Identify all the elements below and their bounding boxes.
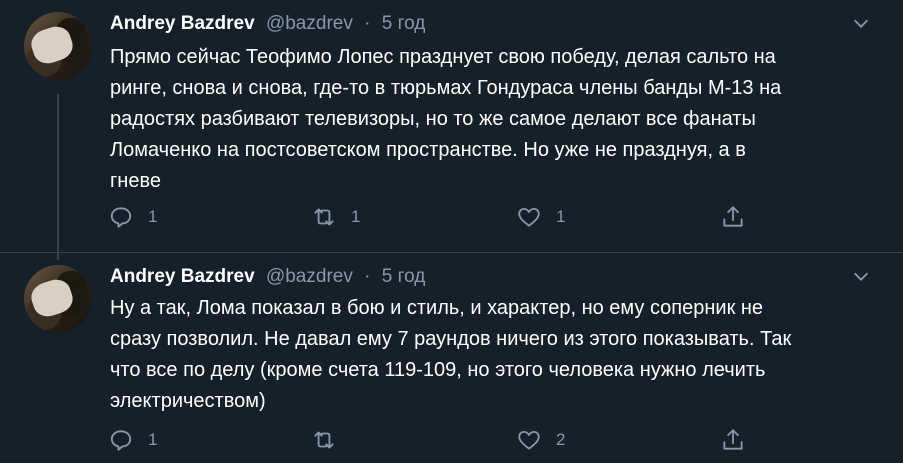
reply-icon bbox=[110, 430, 132, 451]
retweet-icon bbox=[314, 431, 334, 449]
heart-icon bbox=[518, 207, 540, 227]
tweet-text-line: гневе bbox=[110, 170, 161, 192]
author-handle[interactable]: @bazdrev bbox=[266, 13, 353, 34]
retweet-count: 1 bbox=[351, 207, 361, 226]
tweet[interactable]: Andrey Bazdrev @bazdrev · 5 год Ну а так… bbox=[0, 253, 903, 463]
tweet-text-line: Ломаченко на постсоветском пространстве.… bbox=[110, 139, 746, 161]
author-name[interactable]: Andrey Bazdrev bbox=[110, 13, 255, 34]
tweet-header: Andrey Bazdrev @bazdrev · 5 год bbox=[110, 13, 425, 35]
retweet-icon bbox=[314, 208, 334, 226]
tweet-text: Прямо сейчас Теофимо Лопес празднует сво… bbox=[110, 42, 870, 197]
tweet-text-line: сразу позволил. Не давал ему 7 раундов н… bbox=[110, 328, 792, 350]
reply-button[interactable]: 1 bbox=[108, 204, 157, 230]
avatar[interactable] bbox=[24, 12, 92, 80]
tweet-text-line: радостях разбивают телевизоры, но то же … bbox=[110, 108, 756, 130]
tweet-actions: 1 2 bbox=[108, 427, 868, 455]
tweet-text-line: Прямо сейчас Теофимо Лопес празднует сво… bbox=[110, 46, 776, 68]
heart-icon bbox=[518, 430, 540, 450]
retweet-button[interactable] bbox=[311, 427, 351, 453]
author-name[interactable]: Andrey Bazdrev bbox=[110, 266, 255, 287]
timestamp[interactable]: 5 год bbox=[382, 266, 426, 287]
like-button[interactable]: 2 bbox=[516, 427, 565, 453]
separator-dot: · bbox=[364, 13, 371, 34]
tweet-text-line: электричеством) bbox=[110, 390, 266, 412]
thread-line bbox=[57, 94, 59, 260]
tweet[interactable]: Andrey Bazdrev @bazdrev · 5 год Прямо се… bbox=[0, 0, 903, 260]
chevron-down-icon[interactable] bbox=[850, 12, 872, 34]
tweet-text-line: что все по делу (кроме счета 119-109, но… bbox=[110, 359, 766, 381]
reply-button[interactable]: 1 bbox=[108, 427, 157, 453]
separator-dot: · bbox=[364, 266, 371, 287]
reply-icon bbox=[110, 207, 132, 228]
reply-count: 1 bbox=[148, 207, 158, 226]
author-handle[interactable]: @bazdrev bbox=[266, 266, 353, 287]
reply-count: 1 bbox=[148, 430, 158, 449]
retweet-button[interactable]: 1 bbox=[311, 204, 360, 230]
like-count: 2 bbox=[556, 430, 566, 449]
share-icon bbox=[723, 206, 743, 227]
share-button[interactable] bbox=[720, 427, 760, 453]
chevron-down-icon[interactable] bbox=[850, 265, 872, 287]
like-button[interactable]: 1 bbox=[516, 204, 565, 230]
tweet-actions: 1 1 1 bbox=[108, 204, 868, 232]
share-button[interactable] bbox=[720, 204, 760, 230]
share-icon bbox=[723, 429, 743, 450]
avatar[interactable] bbox=[24, 265, 92, 333]
tweet-header: Andrey Bazdrev @bazdrev · 5 год bbox=[110, 266, 425, 288]
tweet-text-line: Ну а так, Лома показал в бою и стиль, и … bbox=[110, 297, 764, 319]
timestamp[interactable]: 5 год bbox=[382, 13, 426, 34]
tweet-text-line: ринге, снова и снова, где-то в тюрьмах Г… bbox=[110, 77, 782, 99]
tweet-text: Ну а так, Лома показал в бою и стиль, и … bbox=[110, 293, 870, 417]
like-count: 1 bbox=[556, 207, 566, 226]
